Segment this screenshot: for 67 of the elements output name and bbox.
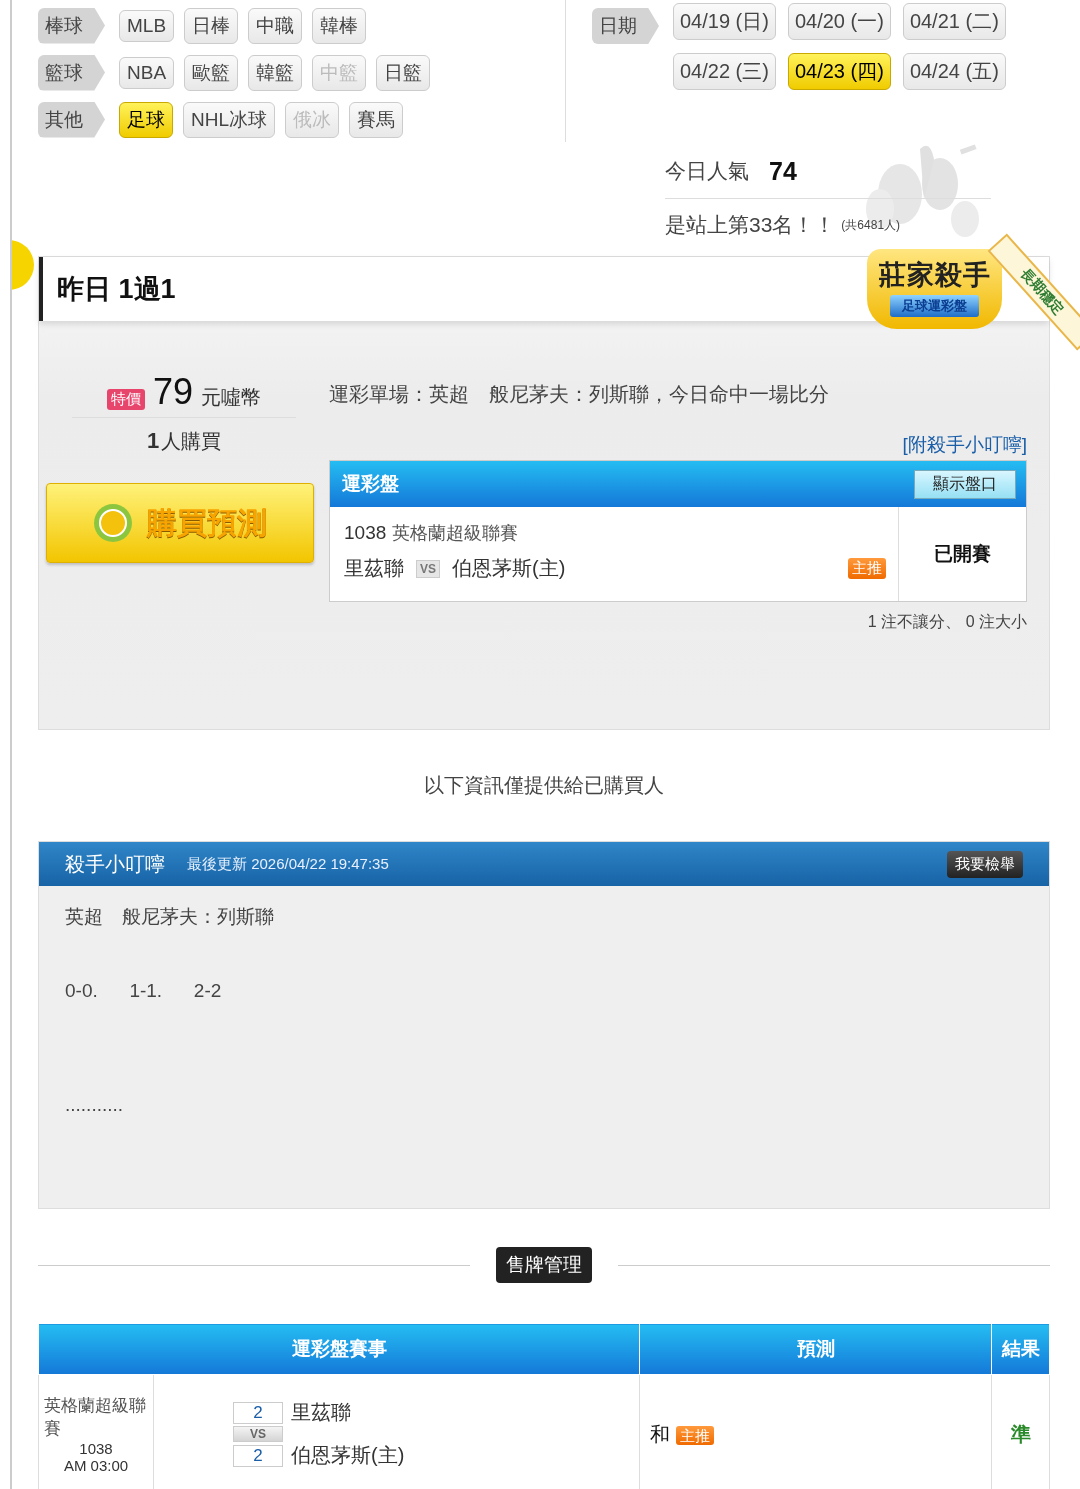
sale-tag: 特價 — [106, 389, 145, 410]
pick-summary: 1 注不讓分、 0 注大小 — [866, 612, 1027, 632]
sport-button[interactable]: 賽馬 — [349, 101, 403, 138]
buyer-label: 人購買 — [161, 429, 222, 454]
pick-tag: 主推 — [848, 558, 886, 579]
popularity-value: 74 — [769, 156, 797, 186]
rank-text: 是站上第33名！！ — [665, 212, 836, 238]
last-updated: 最後更新 2026/04/22 19:47:35 — [187, 854, 389, 874]
team-name: 里茲聯 — [291, 1400, 352, 1425]
game-status: 已開賽 — [933, 542, 992, 566]
sport-button[interactable]: 歐籃 — [184, 54, 239, 91]
column-header: 運彩盤賽事 — [38, 1323, 640, 1375]
tips-title: 殺手小叮嚀 — [65, 851, 165, 877]
team-name: 里茲聯 — [344, 556, 404, 581]
score-value: 2 — [233, 1401, 283, 1424]
total-count: (共6481人) — [841, 216, 901, 234]
pick-tag: 主推 — [676, 1425, 714, 1445]
badge-subtitle: 足球運彩盤 — [890, 295, 979, 317]
game-number: 1038 — [344, 522, 387, 544]
date-button[interactable]: 04/20 (一) — [787, 3, 891, 40]
date-button[interactable]: 04/21 (二) — [902, 3, 1006, 40]
tips-text: 0-0. 1-1. 2-2 — [65, 980, 223, 1002]
sport-button[interactable]: MLB — [119, 9, 175, 42]
sport-button[interactable]: NHL冰球 — [183, 101, 275, 138]
coin-icon — [93, 503, 133, 543]
tips-text: ........... — [65, 1094, 125, 1116]
report-button[interactable]: 我要檢舉 — [947, 850, 1023, 878]
sport-button[interactable]: 日棒 — [184, 7, 239, 44]
price-value: 79 — [152, 371, 193, 413]
game-box-title: 運彩盤 — [342, 472, 399, 496]
team-name: 伯恩茅斯(主) — [291, 1443, 406, 1468]
versus-label: VS — [233, 1426, 283, 1442]
league-name: 英格蘭超級聯賽 — [44, 1395, 147, 1440]
column-header: 預測 — [639, 1323, 992, 1375]
result-text: 準 — [1010, 1422, 1031, 1445]
sales-button[interactable]: 售牌管理 — [496, 1247, 592, 1283]
game-time: AM 03:00 — [62, 1457, 130, 1474]
sport-button[interactable]: 中職 — [248, 7, 303, 44]
record-title: 昨日 1過1 — [57, 273, 176, 306]
sport-button[interactable]: 韓籃 — [248, 54, 303, 91]
date-button[interactable]: 04/24 (五) — [902, 53, 1006, 90]
description-text: 運彩單場：英超 般尼茅夫：列斯聯，今日命中一場比分 — [329, 382, 830, 407]
sport-button[interactable]: 日籃 — [376, 54, 431, 91]
league-name: 英格蘭超級聯賽 — [392, 522, 519, 545]
date-label: 日期 — [592, 8, 659, 44]
date-button[interactable]: 04/19 (日) — [673, 3, 776, 40]
score-value: 2 — [233, 1444, 283, 1467]
notice-text: 以下資訊僅提供給已購買人 — [423, 773, 665, 798]
date-button[interactable]: 04/22 (三) — [673, 53, 776, 90]
date-button[interactable]: 04/23 (四) — [787, 53, 891, 90]
versus-label: VS — [416, 559, 440, 578]
sport-button[interactable]: NBA — [119, 56, 175, 89]
price-unit: 元噓幣 — [201, 385, 261, 410]
popularity-label: 今日人氣 — [665, 158, 749, 184]
tips-link[interactable]: [附殺手小叮嚀] — [902, 434, 1027, 455]
sport-button[interactable]: 足球 — [119, 101, 173, 138]
prediction-text: 和 — [650, 1422, 670, 1445]
category-label: 棒球 — [38, 7, 105, 44]
category-label: 其他 — [38, 101, 105, 138]
team-name: 伯恩茅斯(主) — [452, 556, 566, 581]
tips-text: 英超 般尼茅夫：列斯聯 — [65, 905, 275, 929]
buyer-count: 1 — [146, 428, 160, 454]
column-header: 結果 — [991, 1323, 1050, 1375]
game-number: 1038 — [78, 1440, 114, 1457]
category-label: 籃球 — [38, 54, 105, 91]
sport-button[interactable]: 韓棒 — [312, 7, 367, 44]
show-odds-button[interactable]: 顯示盤口 — [914, 469, 1016, 499]
